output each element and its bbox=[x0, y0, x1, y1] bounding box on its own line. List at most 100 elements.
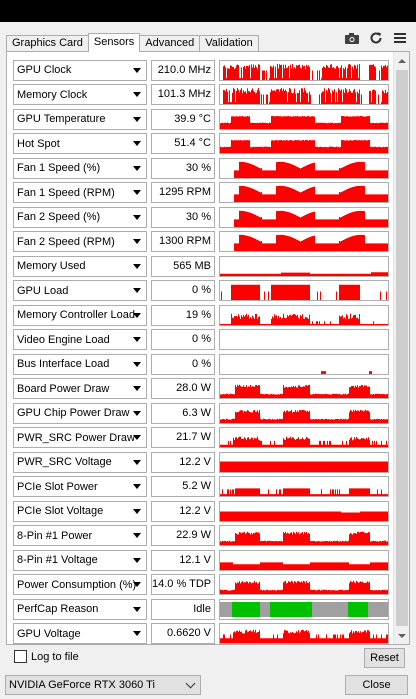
sensor-name-label: GPU Clock bbox=[17, 64, 72, 77]
dropdown-arrow-icon[interactable] bbox=[133, 337, 141, 343]
sensor-name-dropdown[interactable]: Bus Interface Load bbox=[13, 353, 147, 375]
dropdown-arrow-icon[interactable] bbox=[133, 557, 141, 563]
reset-button[interactable]: Reset bbox=[364, 648, 405, 668]
sensor-graph-plot bbox=[220, 461, 388, 472]
dropdown-arrow-icon[interactable] bbox=[133, 410, 141, 416]
sensor-name-dropdown[interactable]: Fan 1 Speed (RPM) bbox=[13, 182, 147, 204]
sensor-name-dropdown[interactable]: GPU Temperature bbox=[13, 108, 147, 130]
scroll-up-icon[interactable] bbox=[394, 52, 410, 69]
log-to-file-checkbox[interactable] bbox=[14, 650, 27, 663]
perfcap-segment bbox=[220, 601, 232, 617]
sensor-name-dropdown[interactable]: PCIe Slot Voltage bbox=[13, 500, 147, 522]
sensor-graph-plot bbox=[220, 330, 388, 349]
sensor-name-dropdown[interactable]: Fan 2 Speed (RPM) bbox=[13, 231, 147, 253]
dropdown-arrow-icon[interactable] bbox=[133, 312, 141, 318]
sensor-name-dropdown[interactable]: Board Power Draw bbox=[13, 378, 147, 400]
dropdown-arrow-icon[interactable] bbox=[133, 361, 141, 367]
tab-advanced[interactable]: Advanced bbox=[139, 35, 201, 51]
sensor-value: 21.7 W bbox=[151, 427, 215, 449]
sensor-graph bbox=[219, 353, 389, 375]
sensor-name-dropdown[interactable]: PWR_SRC Voltage bbox=[13, 451, 147, 473]
tab-validation[interactable]: Validation bbox=[199, 35, 259, 51]
tab-graphics-card[interactable]: Graphics Card bbox=[6, 35, 89, 51]
sensor-name-label: PCIe Slot Voltage bbox=[17, 505, 104, 518]
sensor-value: 5.2 W bbox=[151, 476, 215, 498]
sensor-name-dropdown[interactable]: Memory Clock bbox=[13, 84, 147, 106]
sensor-name-dropdown[interactable]: Hot Spot bbox=[13, 133, 147, 155]
sensor-graph-plot bbox=[220, 562, 388, 570]
dropdown-arrow-icon[interactable] bbox=[133, 190, 141, 196]
dropdown-arrow-icon[interactable] bbox=[133, 606, 141, 612]
sensor-name-dropdown[interactable]: GPU Load bbox=[13, 280, 147, 302]
tab-sensors[interactable]: Sensors bbox=[87, 33, 141, 52]
sensor-name-dropdown[interactable]: PerfCap Reason bbox=[13, 598, 147, 620]
dropdown-arrow-icon[interactable] bbox=[133, 263, 141, 269]
dropdown-arrow-icon[interactable] bbox=[133, 508, 141, 514]
sensor-name-dropdown[interactable]: 8-Pin #1 Power bbox=[13, 525, 147, 547]
sensor-name-dropdown[interactable]: GPU Voltage bbox=[13, 623, 147, 645]
sensor-name-label: Fan 2 Speed (RPM) bbox=[17, 235, 115, 248]
sensor-row: PCIe Slot Voltage 12.2 V bbox=[13, 499, 393, 524]
dropdown-arrow-icon[interactable] bbox=[133, 92, 141, 98]
gpu-select-dropdown[interactable]: NVIDIA GeForce RTX 3060 Ti bbox=[5, 675, 201, 695]
sensor-name-label: Board Power Draw bbox=[17, 382, 110, 395]
sensor-value: 12.2 V bbox=[151, 500, 215, 522]
sensor-name-dropdown[interactable]: PWR_SRC Power Draw bbox=[13, 427, 147, 449]
refresh-icon[interactable] bbox=[368, 31, 384, 45]
dropdown-arrow-icon[interactable] bbox=[133, 141, 141, 147]
dropdown-arrow-icon[interactable] bbox=[133, 67, 141, 73]
sensor-graph-plot bbox=[220, 210, 388, 227]
dropdown-arrow-icon[interactable] bbox=[133, 533, 141, 539]
sensor-graph-area bbox=[220, 370, 388, 374]
sensor-row: GPU Voltage 0.6620 V bbox=[13, 622, 393, 647]
sensor-name-dropdown[interactable]: GPU Chip Power Draw bbox=[13, 402, 147, 424]
menu-icon[interactable] bbox=[392, 31, 408, 45]
sensor-row: PWR_SRC Power Draw 21.7 W bbox=[13, 426, 393, 451]
dropdown-arrow-icon[interactable] bbox=[133, 288, 141, 294]
sensor-row: Bus Interface Load 0 % bbox=[13, 352, 393, 377]
log-to-file-option[interactable]: Log to file bbox=[14, 650, 79, 663]
dropdown-arrow-icon[interactable] bbox=[133, 582, 141, 588]
sensor-graph bbox=[219, 402, 389, 424]
scroll-down-icon[interactable] bbox=[394, 627, 410, 644]
sensor-graph-plot bbox=[220, 161, 388, 178]
dropdown-arrow-icon[interactable] bbox=[133, 386, 141, 392]
sensor-row: Memory Controller Load 19 % bbox=[13, 303, 393, 328]
sensor-graph-plot bbox=[220, 313, 388, 325]
sensor-graph bbox=[219, 206, 389, 228]
sensor-row: Fan 1 Speed (RPM) 1295 RPM bbox=[13, 181, 393, 206]
sensor-graph-area bbox=[220, 580, 388, 595]
sensor-value: 30 % bbox=[151, 157, 215, 179]
dropdown-arrow-icon[interactable] bbox=[133, 214, 141, 220]
sensor-name-dropdown[interactable]: Power Consumption (%) bbox=[13, 574, 147, 596]
dropdown-arrow-icon[interactable] bbox=[133, 116, 141, 122]
sensor-name-label: Fan 1 Speed (%) bbox=[17, 162, 101, 175]
sensor-graph bbox=[219, 84, 389, 106]
dropdown-arrow-icon[interactable] bbox=[133, 165, 141, 171]
sensor-name-dropdown[interactable]: 8-Pin #1 Voltage bbox=[13, 549, 147, 571]
sensor-name-dropdown[interactable]: PCIe Slot Power bbox=[13, 476, 147, 498]
sensor-name-dropdown[interactable]: Video Engine Load bbox=[13, 329, 147, 351]
camera-icon[interactable] bbox=[344, 31, 360, 45]
sensor-value: 51.4 °C bbox=[151, 133, 215, 155]
sensor-name-dropdown[interactable]: Fan 1 Speed (%) bbox=[13, 157, 147, 179]
sensor-row: 8-Pin #1 Voltage 12.1 V bbox=[13, 548, 393, 573]
sensor-row: Memory Used 565 MB bbox=[13, 254, 393, 279]
sensor-graph-area bbox=[220, 210, 388, 227]
dropdown-arrow-icon[interactable] bbox=[133, 631, 141, 637]
sensor-value: 28.0 W bbox=[151, 378, 215, 400]
sensor-name-dropdown[interactable]: Memory Used bbox=[13, 255, 147, 277]
scrollbar-thumb[interactable] bbox=[396, 70, 408, 626]
vertical-scrollbar[interactable] bbox=[393, 52, 409, 644]
dropdown-arrow-icon[interactable] bbox=[133, 459, 141, 465]
dropdown-arrow-icon[interactable] bbox=[133, 435, 141, 441]
sensor-name-dropdown[interactable]: Memory Controller Load bbox=[13, 304, 147, 326]
sensor-name-dropdown[interactable]: GPU Clock bbox=[13, 59, 147, 81]
dropdown-arrow-icon[interactable] bbox=[133, 239, 141, 245]
sensor-name-dropdown[interactable]: Fan 2 Speed (%) bbox=[13, 206, 147, 228]
perfcap-segment bbox=[270, 601, 312, 617]
dropdown-arrow-icon[interactable] bbox=[133, 484, 141, 490]
close-button[interactable]: Close bbox=[345, 675, 408, 695]
sensor-value: 14.0 % TDP bbox=[151, 574, 215, 596]
sensor-graph bbox=[219, 280, 389, 302]
